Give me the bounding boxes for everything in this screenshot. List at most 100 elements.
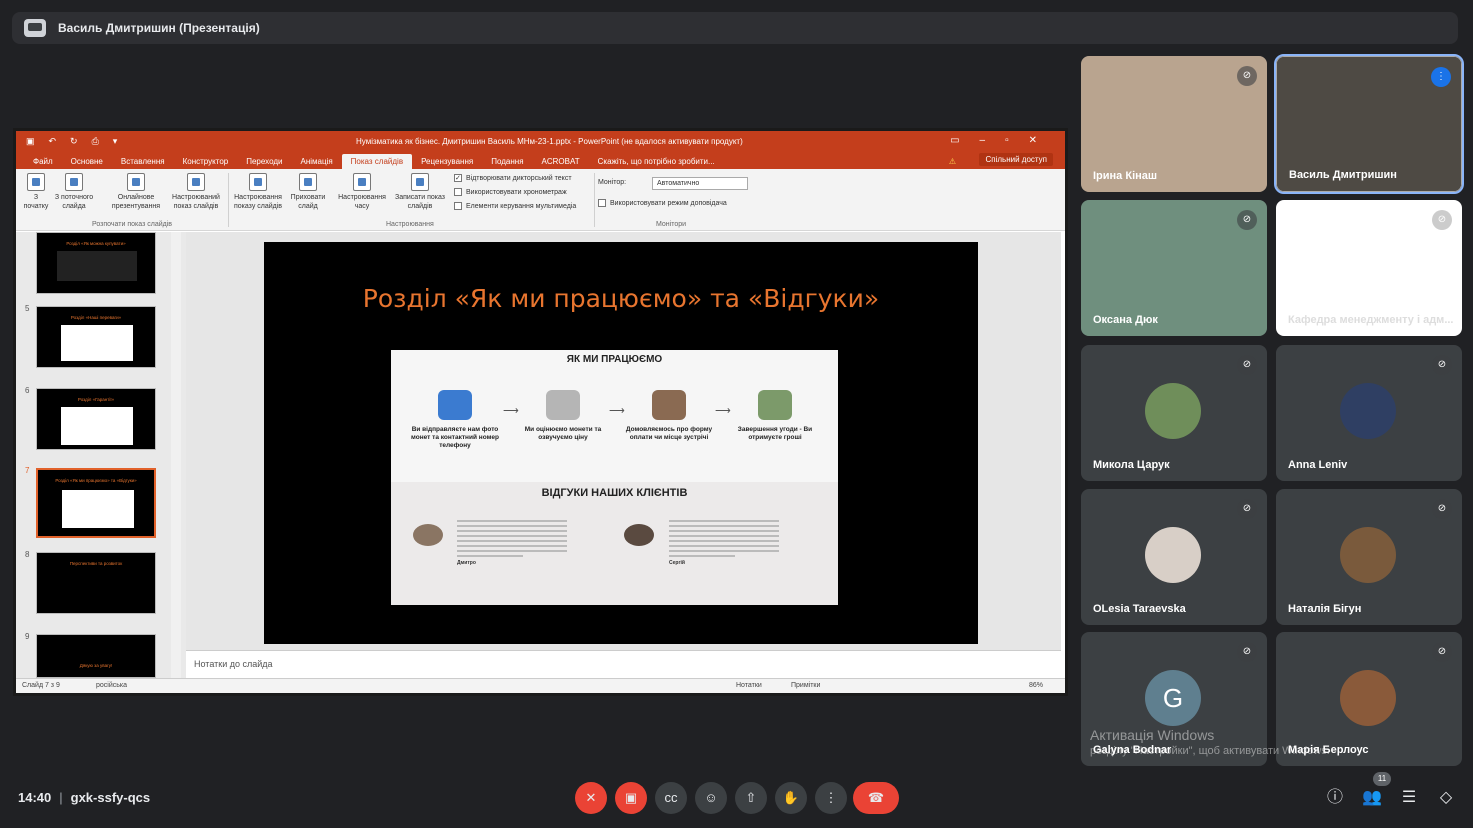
thumbnails-scrollbar[interactable] xyxy=(171,232,181,678)
thumbnail-7-current[interactable]: Розділ «Як ми працюємо» та «Відгуки» xyxy=(36,468,156,538)
mic-off-icon: ⊘ xyxy=(1237,355,1257,375)
clock: 14:40 xyxy=(18,790,52,805)
participant-tile[interactable]: ⊘ Anna Leniv xyxy=(1276,345,1462,481)
avatar xyxy=(1340,527,1396,583)
hide-slide-button[interactable]: Приховати слайд xyxy=(286,173,330,211)
slide-content-card: ЯК МИ ПРАЦЮЄМО Ви відправляєте нам фото … xyxy=(391,350,838,605)
avatar: G xyxy=(1145,670,1201,726)
narration-checkbox[interactable]: Відтворювати дикторський текст xyxy=(454,174,572,182)
custom-show-button[interactable]: Настроюваний показ слайдів xyxy=(166,173,226,211)
participant-tile[interactable]: ⊘ Микола Царук xyxy=(1081,345,1267,481)
timings-checkbox[interactable]: Використовувати хронометраж xyxy=(454,188,567,196)
participant-tile[interactable]: ⊘ Наталія Бігун xyxy=(1276,489,1462,625)
mic-off-icon: ⊘ xyxy=(1237,66,1257,86)
present-screen-icon: ⇧ xyxy=(745,790,757,805)
tab-animations[interactable]: Анімація xyxy=(291,154,341,169)
tab-slideshow[interactable]: Показ слайдів xyxy=(341,154,413,169)
ppt-titlebar: ▣↶↻⎙▾ Нумізматика як бізнес. Дмитришин В… xyxy=(16,131,1065,151)
setup-show-button[interactable]: Настроювання показу слайдів xyxy=(230,173,286,211)
reactions-button[interactable]: ☺ xyxy=(695,782,727,814)
avatar xyxy=(1340,670,1396,726)
tab-acrobat[interactable]: ACROBAT xyxy=(533,154,589,169)
tab-file[interactable]: Файл xyxy=(24,154,62,169)
leave-call-button[interactable]: ☎ xyxy=(853,782,899,814)
camera-toggle-button[interactable]: ▣ xyxy=(615,782,647,814)
thumbnail-6[interactable]: Розділ «Гарантії» xyxy=(36,388,156,450)
present-button[interactable]: ⇧ xyxy=(735,782,767,814)
present-icon xyxy=(24,19,46,37)
money-icon xyxy=(758,390,792,420)
presentation-banner: Василь Дмитришин (Презентація) xyxy=(12,12,1458,44)
presenter-view-checkbox[interactable]: Використовувати режим доповідача xyxy=(598,199,727,207)
tab-transitions[interactable]: Переходи xyxy=(237,154,291,169)
meeting-info: 14:40 | gxk-ssfy-qcs xyxy=(18,790,151,805)
tab-review[interactable]: Рецензування xyxy=(412,154,482,169)
chat-button[interactable]: ☰ xyxy=(1398,787,1420,809)
quick-access-icons[interactable]: ▣↶↻⎙▾ xyxy=(26,136,131,147)
thumb-number: 5 xyxy=(25,304,30,313)
mic-off-icon: ⊘ xyxy=(1432,355,1452,375)
reviews-heading: ВІДГУКИ НАШИХ КЛІЄНТІВ xyxy=(541,487,688,499)
hide-icon xyxy=(299,173,317,191)
play-current-icon xyxy=(65,173,83,191)
participant-name: Василь Дмитришин xyxy=(1289,169,1397,181)
avatar xyxy=(1340,383,1396,439)
how-we-work-heading: ЯК МИ ПРАЦЮЄМО xyxy=(566,354,663,365)
hand-icon: ✋ xyxy=(782,790,800,805)
participant-name: OLesia Taraevska xyxy=(1093,603,1186,615)
from-current-button[interactable]: З поточного слайда xyxy=(52,173,96,211)
participant-name: Ірина Кінаш xyxy=(1093,170,1158,182)
tell-me-input[interactable]: Скажіть, що потрібно зробити... xyxy=(589,154,724,169)
online-present-button[interactable]: Онлайнове презентування xyxy=(106,173,166,211)
participants-count-badge: 11 xyxy=(1373,772,1391,786)
phone-hangup-icon: ☎ xyxy=(867,790,885,805)
reviewer-avatar xyxy=(413,524,443,546)
raise-hand-button[interactable]: ✋ xyxy=(775,782,807,814)
thumbnail-5[interactable]: Розділ «Наші переваги» xyxy=(36,306,156,368)
arrow-icon: ⟶ xyxy=(609,405,625,417)
magnifier-icon xyxy=(546,390,580,420)
more-vert-icon: ⋮ xyxy=(824,790,838,805)
thumbnail-8[interactable]: Перспективи та розвиток xyxy=(36,552,156,614)
step-4: Завершення угоди - Ви отримуєте гроші xyxy=(731,390,819,442)
participant-tile[interactable]: ⊘ Ірина Кінаш xyxy=(1081,56,1267,192)
online-icon xyxy=(127,173,145,191)
reviewer-avatar xyxy=(624,524,654,546)
window-controls[interactable]: ▭–▫✕ xyxy=(950,135,1057,146)
mic-off-icon: ✕ xyxy=(585,790,597,805)
people-button[interactable]: 👥 xyxy=(1361,787,1383,809)
share-button[interactable]: Спільний доступ xyxy=(979,153,1053,166)
tab-insert[interactable]: Вставлення xyxy=(112,154,174,169)
participant-name: Оксана Дюк xyxy=(1093,314,1158,326)
participant-tile[interactable]: ⊘ Кафедра менеджменту і адм... xyxy=(1276,200,1462,336)
participant-tile[interactable]: ⊘ Оксана Дюк xyxy=(1081,200,1267,336)
speaking-icon: ⋮ xyxy=(1431,67,1451,87)
notes-pane[interactable]: Нотатки до слайда xyxy=(186,650,1061,678)
mic-toggle-button[interactable]: ✕ xyxy=(575,782,607,814)
tab-home[interactable]: Основне xyxy=(62,154,112,169)
info-button[interactable]: ⓘ xyxy=(1324,787,1346,809)
language: російська xyxy=(96,682,128,689)
media-controls-checkbox[interactable]: Елементи керування мультимедіа xyxy=(454,202,576,210)
more-options-button[interactable]: ⋮ xyxy=(815,782,847,814)
thumbnail-9[interactable]: Дякую за увагу! xyxy=(36,634,156,678)
thumbnail-4[interactable]: Розділ «Як можна купувати» xyxy=(36,232,156,294)
review-text-2: Сергій xyxy=(669,520,779,566)
tab-view[interactable]: Подання xyxy=(482,154,532,169)
tab-design[interactable]: Конструктор xyxy=(174,154,238,169)
monitor-select[interactable]: Автоматично xyxy=(652,177,748,190)
participant-tile[interactable]: ⊘ OLesia Taraevska xyxy=(1081,489,1267,625)
rehearse-timings-button[interactable]: Настроювання часу xyxy=(334,173,390,211)
captions-button[interactable]: cc xyxy=(655,782,687,814)
slide-counter: Слайд 7 з 9 xyxy=(22,682,60,689)
ribbon: З початку З поточного слайда Онлайнове п… xyxy=(16,169,1065,231)
current-slide: Розділ «Як ми працюємо» та «Відгуки» ЯК … xyxy=(264,242,978,644)
from-start-button[interactable]: З початку xyxy=(22,173,50,211)
mic-off-icon: ⊘ xyxy=(1432,499,1452,519)
participant-tile[interactable]: ⋮ Василь Дмитришин xyxy=(1274,54,1464,194)
comments-toggle[interactable]: Примітки xyxy=(791,682,820,689)
notes-toggle[interactable]: Нотатки xyxy=(736,682,762,689)
activities-button[interactable]: ◇ xyxy=(1435,787,1457,809)
record-show-button[interactable]: Записати показ слайдів xyxy=(390,173,450,211)
group-monitors-label: Монітори xyxy=(656,221,687,228)
